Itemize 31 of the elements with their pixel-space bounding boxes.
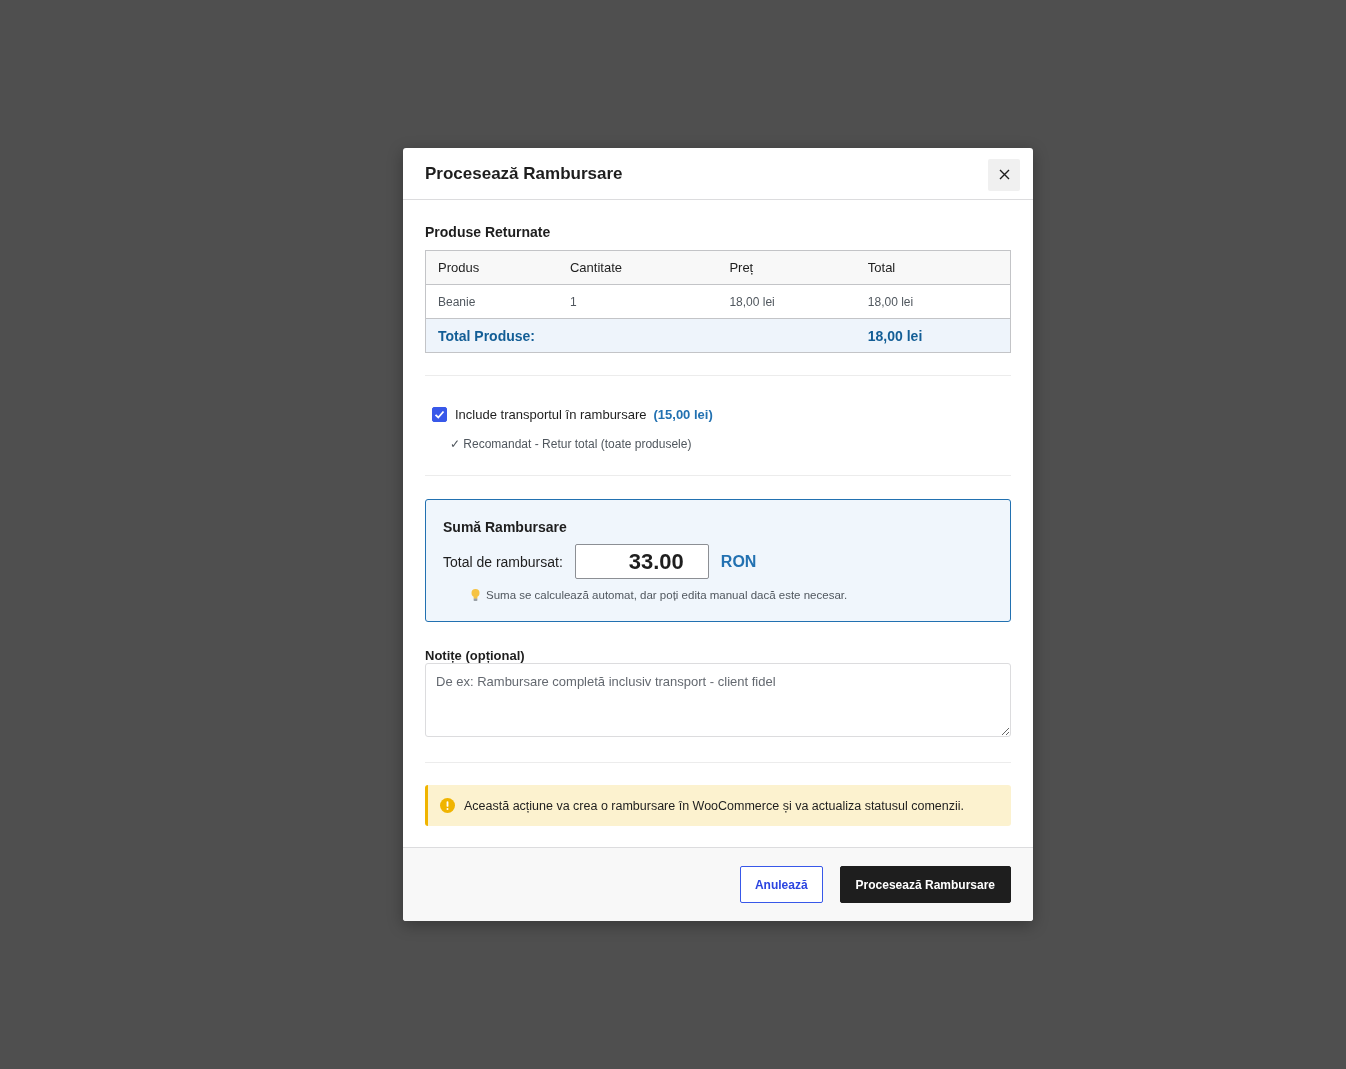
recommendation-note: ✓ Recomandat - Retur total (toate produsele) (449, 436, 693, 453)
table-cell-text: Beanie (437, 294, 477, 309)
table-cell-text: 1 (568, 294, 578, 309)
column-header: Total (866, 260, 897, 275)
lightbulb-icon (471, 589, 480, 601)
table-cell-text: 18,00 lei (866, 294, 915, 309)
checkbox-label[interactable]: Include transportul în rambursare (455, 406, 647, 422)
field-label: Total de rambursat: (443, 553, 563, 570)
table-cell-text: 18,00 lei (728, 294, 776, 309)
notes-label: Notițe (opțional) (425, 648, 526, 663)
total-label: Total Produse: (437, 327, 536, 344)
warning-text: Această acțiune va crea o rambursare în WooCommerce și va actualiza statusul comenzii. (464, 798, 964, 813)
refund-amount-field[interactable]: 33.00 (574, 544, 709, 579)
notes-field[interactable]: De ex: Rambursare completă inclusiv transport - client fidel (425, 663, 1011, 737)
checkmark-icon (434, 408, 445, 420)
close-button[interactable] (988, 158, 1020, 191)
modal-title: Procesează Rambursare (425, 163, 623, 184)
process-refund-button[interactable]: Procesează Rambursare (839, 866, 1011, 903)
warning-icon (440, 798, 455, 813)
close-icon (998, 169, 1010, 180)
column-header: Cantitate (568, 260, 623, 275)
total-value: 18,00 lei (866, 327, 924, 344)
section-heading: Produse Returnate (425, 223, 552, 242)
currency-label: RON (720, 552, 757, 571)
column-header: Preț (728, 260, 755, 275)
panel-heading: Sumă Rambursare (443, 518, 568, 537)
shipping-amount: (15,00 lei) (653, 406, 713, 422)
hint-text: Suma se calculează automat, dar poți edita manual dacă este necesar. (486, 589, 848, 601)
column-header: Produs (437, 260, 481, 275)
checkbox[interactable] (432, 406, 447, 422)
cancel-button[interactable]: Anulează (739, 866, 823, 903)
